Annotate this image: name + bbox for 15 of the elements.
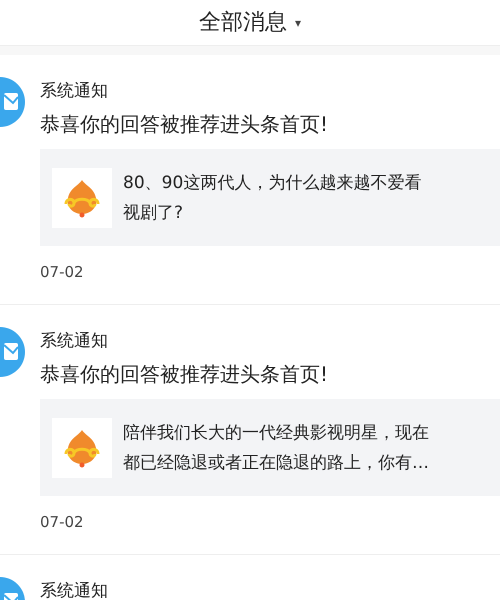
- sender-name: 系统通知: [40, 330, 109, 353]
- notification-date: 07-02: [40, 263, 84, 281]
- notification-message: 恭喜你的回答被推荐进头条首页!: [40, 361, 328, 388]
- header-title[interactable]: 全部消息: [198, 6, 287, 39]
- question-text: 视剧了?: [123, 202, 184, 224]
- question-text: 80、90这两代人，为什么越来越不爱看: [123, 172, 422, 194]
- dropdown-caret[interactable]: ▾: [294, 14, 302, 32]
- question-text: 陪伴我们长大的一代经典影视明星，现在: [123, 422, 429, 444]
- notification-message: 恭喜你的回答被推荐进头条首页!: [40, 111, 328, 138]
- question-text: 都已经隐退或者正在隐退的路上，你有…: [123, 452, 429, 474]
- linked-answer-card[interactable]: 80、90这两代人，为什么越来越不爱看 视剧了?: [40, 149, 500, 246]
- notification-date: 07-02: [40, 513, 84, 531]
- sender-name: 系统通知: [40, 80, 109, 103]
- sender-name: 系统通知: [40, 580, 108, 600]
- linked-answer-card[interactable]: 陪伴我们长大的一代经典影视明星，现在 都已经隐退或者正在隐退的路上，你有…: [40, 399, 500, 496]
